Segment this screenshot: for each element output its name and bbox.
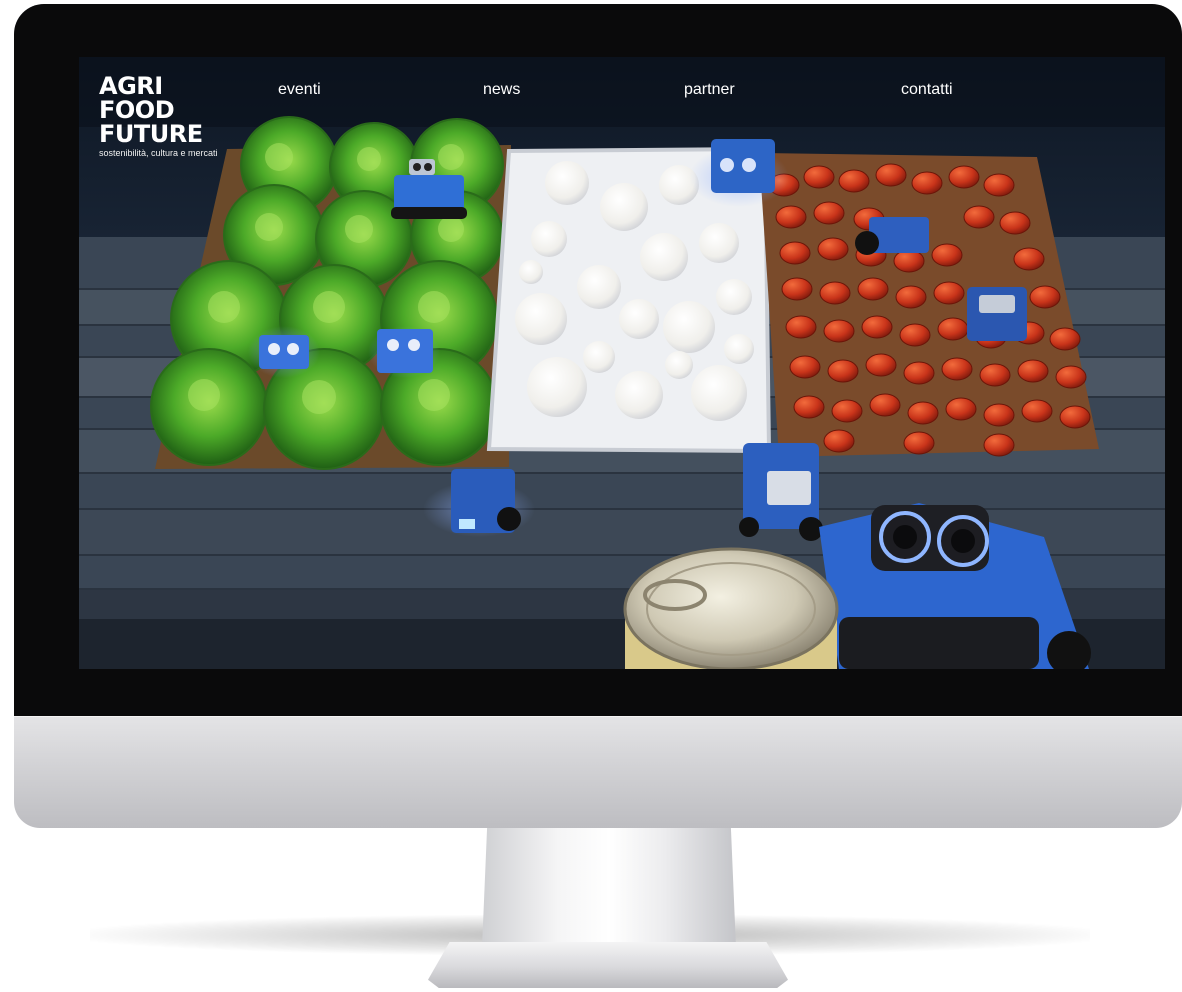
monitor-bezel: AGRI FOOD FUTURE sostenibilità, cultura … xyxy=(14,4,1182,716)
hero-image xyxy=(79,57,1165,669)
website-screen: AGRI FOOD FUTURE sostenibilità, cultura … xyxy=(79,57,1165,669)
logo-line-food: FOOD xyxy=(99,96,175,124)
site-logo[interactable]: AGRI FOOD FUTURE sostenibilità, cultura … xyxy=(99,74,218,159)
nav-link-contatti[interactable]: contatti xyxy=(901,81,953,99)
nav-link-partner[interactable]: partner xyxy=(684,81,735,99)
nav-link-news[interactable]: news xyxy=(483,81,520,99)
logo-line-agri: AGRI xyxy=(99,72,163,100)
nav-link-eventi[interactable]: eventi xyxy=(278,81,321,99)
logo-line-future: FUTURE xyxy=(99,120,203,148)
monitor-chin xyxy=(14,716,1182,828)
robot-on-lettuce-left xyxy=(248,326,320,378)
robot-on-table-center xyxy=(739,443,823,541)
monitor-stand-base xyxy=(428,942,788,988)
monitor-stand-neck xyxy=(482,828,736,948)
tin-can xyxy=(623,547,839,669)
imac-monitor: AGRI FOOD FUTURE sostenibilità, cultura … xyxy=(14,4,1182,828)
robot-on-tomatoes-right xyxy=(967,287,1027,341)
site-tagline: sostenibilità, cultura e mercati xyxy=(99,148,218,158)
robot-on-lettuce-right xyxy=(368,326,440,378)
